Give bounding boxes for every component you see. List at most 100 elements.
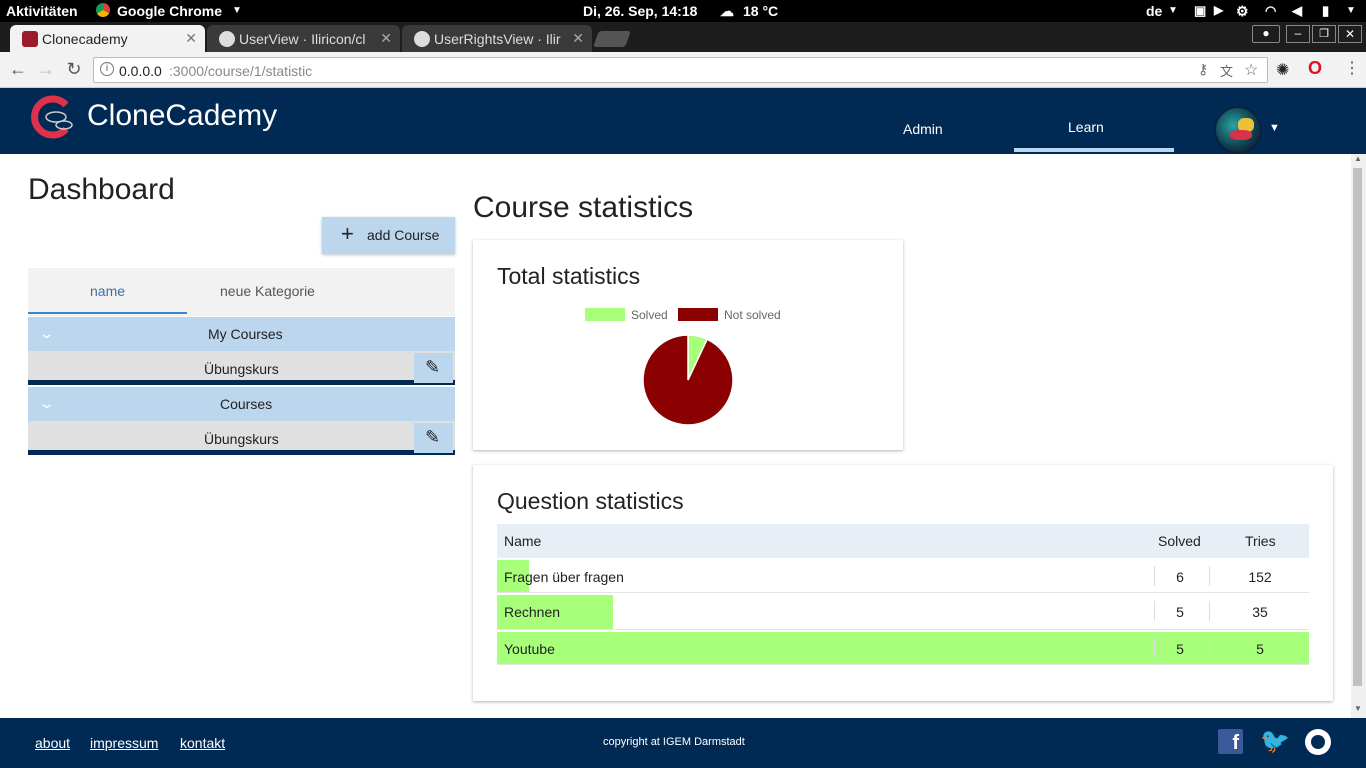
page-scrollbar[interactable]: ▲ ▼ xyxy=(1351,154,1366,718)
url-host: 0.0.0.0 xyxy=(119,63,162,79)
github-favicon-icon xyxy=(414,31,430,47)
footer-link-kontakt[interactable]: kontakt xyxy=(180,735,225,751)
row-tries: 5 xyxy=(1256,641,1264,657)
tab-active-indicator xyxy=(28,312,187,314)
tab-neue-kategorie[interactable]: neue Kategorie xyxy=(220,283,315,299)
nav-active-indicator xyxy=(1014,148,1174,152)
scroll-down-icon[interactable]: ▼ xyxy=(1354,704,1362,713)
tab-userview[interactable]: UserView · Iliricon/cl ✕ xyxy=(207,25,400,52)
row-solved: 5 xyxy=(1176,604,1184,620)
pie-chart xyxy=(642,334,734,426)
weather-temp[interactable]: 18 °C xyxy=(743,3,778,19)
scrollbar-thumb[interactable] xyxy=(1353,168,1362,686)
question-statistics-card: Question statistics Name Solved Tries Fr… xyxy=(473,465,1333,701)
wifi-icon[interactable]: ◠ xyxy=(1265,3,1276,19)
chrome-menu-icon[interactable]: ⋮ xyxy=(1344,58,1360,78)
table-row: Fragen über fragen 6 152 xyxy=(497,560,1309,593)
chevron-down-icon: ⌄ xyxy=(38,395,56,411)
key-icon[interactable]: ⚷ xyxy=(1198,61,1208,78)
row-name: Rechnen xyxy=(504,604,561,620)
legend-swatch-solved xyxy=(585,308,625,321)
language-indicator[interactable]: de xyxy=(1146,3,1162,19)
extension-cookie-icon[interactable]: ✺ xyxy=(1276,60,1289,80)
edit-course-button[interactable]: ✎ xyxy=(414,353,453,383)
row-tries: 152 xyxy=(1248,569,1272,585)
app-menu-arrow-icon[interactable]: ▼ xyxy=(232,5,242,16)
legend-label-solved: Solved xyxy=(631,308,668,322)
footer-link-impressum[interactable]: impressum xyxy=(90,735,158,751)
group-label: Courses xyxy=(220,396,273,412)
scroll-up-icon[interactable]: ▲ xyxy=(1354,154,1362,163)
footer-link-about[interactable]: about xyxy=(35,735,70,751)
battery-icon[interactable]: ▮ xyxy=(1322,3,1329,19)
app-menu[interactable]: Google Chrome xyxy=(117,3,222,19)
add-course-button[interactable]: + add Course xyxy=(322,217,455,254)
address-bar[interactable]: i 0.0.0.0 :3000/course/1/statistic ⚷ 文 ☆ xyxy=(93,57,1268,83)
opera-extension-icon[interactable]: O xyxy=(1308,58,1322,79)
course-statistics-title: Course statistics xyxy=(473,191,694,224)
media-play-icon[interactable]: ▶ xyxy=(1214,3,1223,17)
profile-icon[interactable]: ● xyxy=(1252,25,1280,43)
question-statistics-title: Question statistics xyxy=(497,488,684,514)
category-tabs: name neue Kategorie xyxy=(28,268,455,316)
copyright: copyright at IGEM Darmstadt xyxy=(603,736,745,748)
row-solved: 6 xyxy=(1176,569,1184,585)
restore-icon[interactable]: ❐ xyxy=(1312,25,1336,43)
tab-userrightsview[interactable]: UserRightsView · Ilir ✕ xyxy=(402,25,592,52)
close-tab-icon[interactable]: ✕ xyxy=(380,30,392,47)
system-top-bar: Aktivitäten Google Chrome ▼ Di, 26. Sep,… xyxy=(0,0,1366,22)
forward-icon[interactable]: → xyxy=(36,59,56,79)
legend-label-not-solved: Not solved xyxy=(724,308,781,322)
dashboard-title: Dashboard xyxy=(28,173,175,206)
edit-course-button[interactable]: ✎ xyxy=(414,423,453,453)
logo-icon xyxy=(31,95,73,139)
system-menu-arrow-icon[interactable]: ▼ xyxy=(1346,5,1356,16)
bookmark-star-icon[interactable]: ☆ xyxy=(1244,60,1258,80)
group-courses[interactable]: ⌄ Courses xyxy=(28,387,455,421)
group-my-courses[interactable]: ⌄ My Courses xyxy=(28,317,455,351)
settings-gear-icon[interactable]: ⚙ xyxy=(1236,3,1249,20)
nav-learn[interactable]: Learn xyxy=(1068,119,1104,135)
avatar[interactable] xyxy=(1214,106,1262,154)
brand-name[interactable]: CloneCademy xyxy=(87,99,277,133)
new-tab-button[interactable] xyxy=(593,31,631,47)
close-tab-icon[interactable]: ✕ xyxy=(572,30,584,47)
total-statistics-title: Total statistics xyxy=(497,263,641,289)
close-window-icon[interactable]: ✕ xyxy=(1338,25,1362,43)
clock[interactable]: Di, 26. Sep, 14:18 xyxy=(583,3,697,19)
github-favicon-icon xyxy=(219,31,235,47)
reload-icon[interactable]: ↻ xyxy=(64,59,84,79)
screen-record-icon[interactable]: ▣ xyxy=(1194,3,1206,19)
back-icon[interactable]: ← xyxy=(8,59,28,79)
tab-title: UserRightsView · Ilir xyxy=(434,31,561,47)
translate-icon[interactable]: 文 xyxy=(1220,61,1233,80)
course-item[interactable]: Übungskurs ✎ xyxy=(28,421,455,455)
minimize-icon[interactable]: – xyxy=(1286,25,1310,43)
avatar-dropdown-icon[interactable]: ▼ xyxy=(1269,122,1280,134)
app-header: CloneCademy Admin Learn ▼ xyxy=(0,88,1366,154)
nav-admin[interactable]: Admin xyxy=(903,121,943,137)
row-solved: 5 xyxy=(1176,641,1184,657)
clonecademy-favicon-icon xyxy=(22,31,38,47)
cloud-icon: ☁ xyxy=(720,3,734,19)
tab-title: Clonecademy xyxy=(42,31,128,47)
table-row: Youtube 5 5 xyxy=(497,632,1309,665)
close-tab-icon[interactable]: ✕ xyxy=(185,30,197,47)
lang-arrow-icon[interactable]: ▼ xyxy=(1168,5,1178,16)
tab-clonecademy[interactable]: Clonecademy ✕ xyxy=(10,25,205,52)
course-item[interactable]: Übungskurs ✎ xyxy=(28,351,455,385)
info-icon[interactable]: i xyxy=(100,62,114,76)
tab-name[interactable]: name xyxy=(90,283,125,299)
header-solved: Solved xyxy=(1158,533,1201,549)
row-name: Youtube xyxy=(504,641,555,657)
activities-button[interactable]: Aktivitäten xyxy=(6,3,78,19)
add-course-label: add Course xyxy=(367,227,440,243)
volume-icon[interactable]: ◀ xyxy=(1292,3,1302,19)
table-header: Name Solved Tries xyxy=(497,524,1309,558)
pie-slice-not-solved xyxy=(642,334,734,426)
github-icon[interactable] xyxy=(1305,729,1331,755)
facebook-icon[interactable]: f xyxy=(1218,729,1243,754)
twitter-icon[interactable]: 🐦 xyxy=(1260,729,1290,754)
browser-tab-strip: Clonecademy ✕ UserView · Iliricon/cl ✕ U… xyxy=(0,22,1366,52)
clonecademy-logo[interactable] xyxy=(28,95,80,139)
